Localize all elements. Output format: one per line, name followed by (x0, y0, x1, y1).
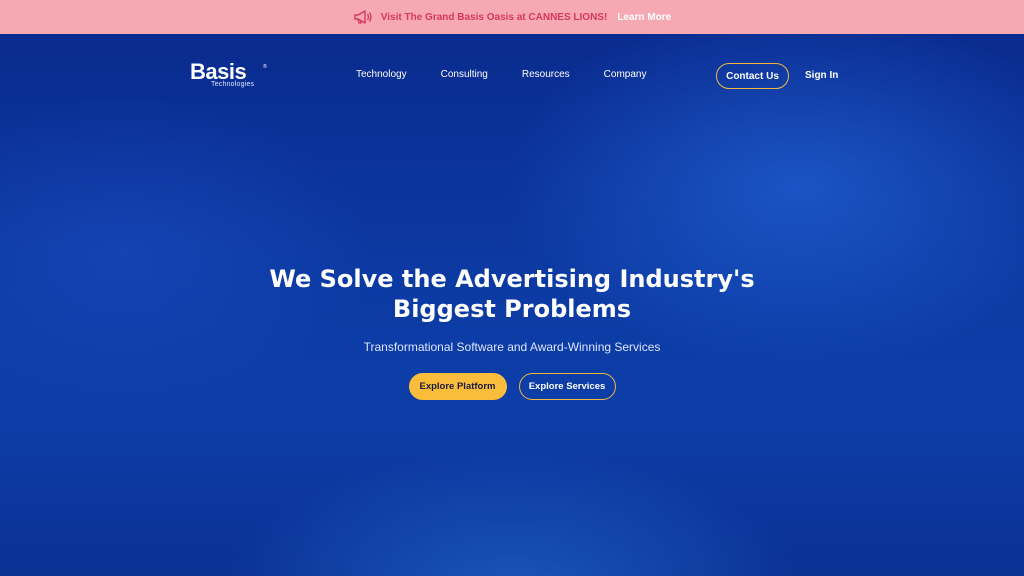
headline-line-2: Biggest Problems (392, 295, 632, 323)
headline-line-1: We Solve the Advertising Industry's (269, 265, 755, 293)
megaphone-icon (354, 10, 372, 24)
basis-logo[interactable]: Basis ® Technologies (190, 61, 270, 91)
announcement-bar: Visit The Grand Basis Oasis at CANNES LI… (0, 0, 1024, 34)
hero-headline: We Solve the Advertising Industry's Bigg… (212, 264, 812, 324)
logo-subtitle: Technologies (211, 81, 255, 88)
explore-platform-button[interactable]: Explore Platform (408, 373, 507, 400)
hero-subheadline: Transformational Software and Award-Winn… (363, 340, 661, 354)
hero-section: Basis ® Technologies Technology Consulti… (0, 34, 1024, 576)
nav-item-technology[interactable]: Technology (356, 69, 407, 80)
hero-cta-group: Explore Platform Explore Services (0, 373, 1024, 400)
logo-registered-mark: ® (263, 64, 267, 70)
nav-item-consulting[interactable]: Consulting (441, 69, 488, 80)
nav-menu: Technology Consulting Resources Company (356, 69, 646, 80)
logo-wordmark: Basis (190, 59, 247, 84)
announcement-message: Visit The Grand Basis Oasis at CANNES LI… (380, 11, 608, 23)
nav-item-resources[interactable]: Resources (522, 69, 570, 80)
main-navigation: Basis ® Technologies Technology Consulti… (0, 34, 1024, 118)
sign-in-link[interactable]: Sign In (805, 70, 838, 81)
contact-us-button[interactable]: Contact Us (716, 63, 789, 89)
explore-services-button[interactable]: Explore Services (518, 373, 616, 400)
nav-item-company[interactable]: Company (604, 69, 647, 80)
learn-more-link[interactable]: Learn More (617, 12, 671, 23)
